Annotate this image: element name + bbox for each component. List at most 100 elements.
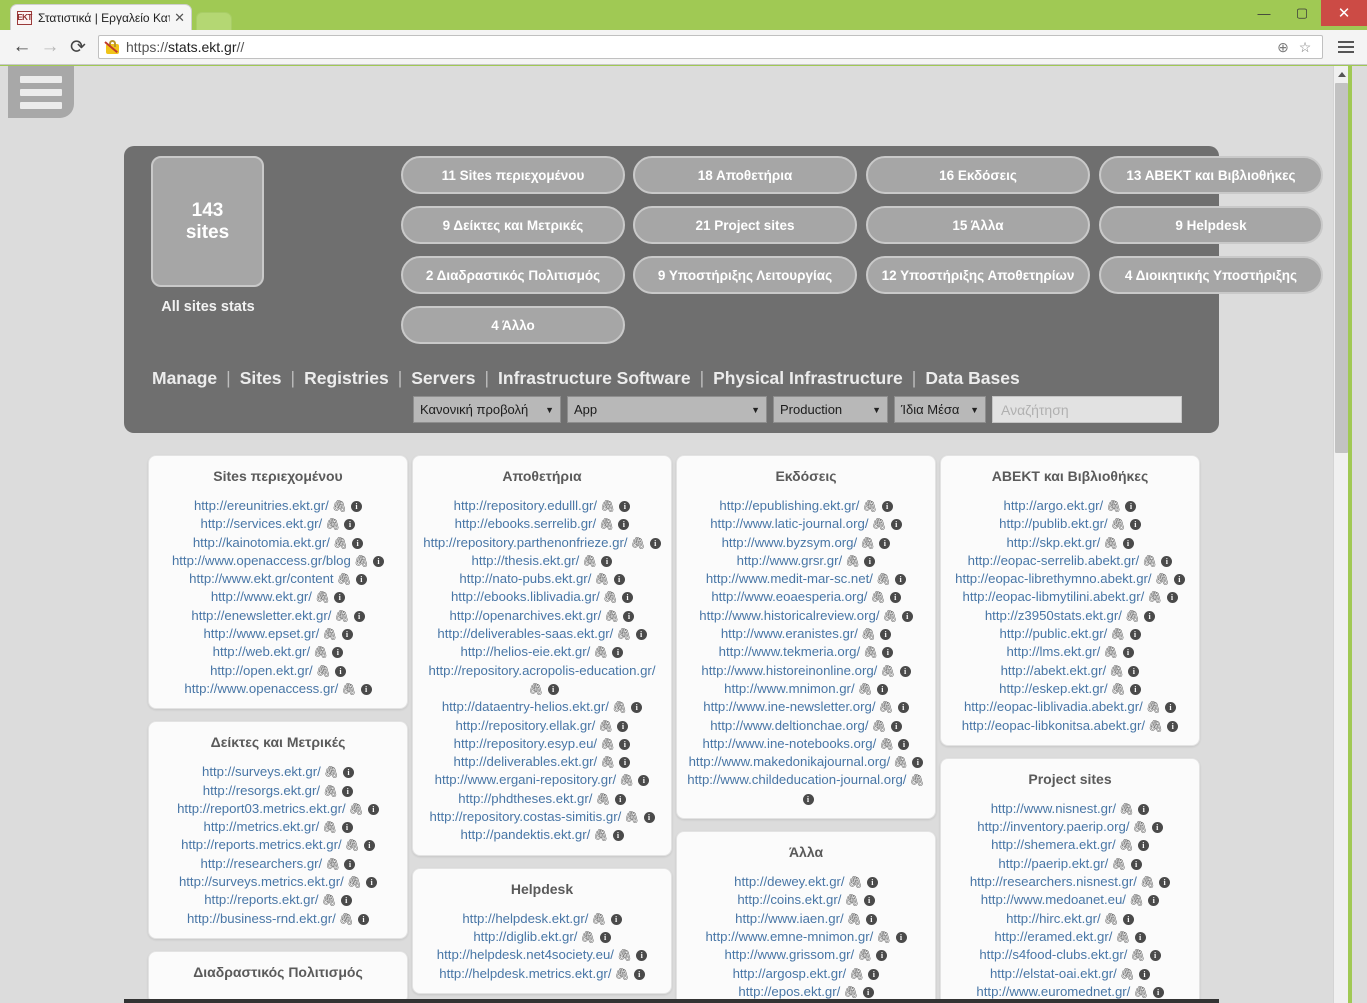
info-icon[interactable]: i (619, 501, 631, 512)
site-link[interactable]: http://elstat-oai.ekt.gr/ (990, 966, 1117, 981)
info-icon[interactable]: i (631, 702, 643, 714)
all-sites-count-button[interactable]: 143 sites (151, 156, 264, 287)
paperclip-icon[interactable]: 🖇 (862, 497, 877, 515)
nav-sites[interactable]: Sites (240, 368, 282, 389)
site-link[interactable]: http://web.ekt.gr/ (213, 644, 311, 659)
info-icon[interactable]: i (1152, 986, 1164, 998)
info-icon[interactable]: i (1129, 683, 1141, 695)
paperclip-icon[interactable]: 🖇 (1155, 570, 1170, 588)
info-icon[interactable]: i (1125, 501, 1137, 512)
paperclip-icon[interactable]: 🖇 (315, 588, 330, 606)
paperclip-icon[interactable]: 🖇 (322, 625, 337, 643)
paperclip-icon[interactable]: 🖇 (1110, 625, 1125, 643)
info-icon[interactable]: i (876, 683, 888, 695)
category-button-sites-periexomenou[interactable]: 11 Sites περιεχομένου (401, 156, 625, 194)
site-link[interactable]: http://deliverables-saas.ekt.gr/ (437, 626, 613, 641)
site-link[interactable]: http://hirc.ekt.gr/ (1006, 911, 1101, 926)
paperclip-icon[interactable]: 🖇 (345, 836, 360, 854)
site-link[interactable]: http://repository.parthenonfrieze.gr/ (423, 535, 627, 550)
site-link[interactable]: http://www.iaen.gr/ (735, 911, 843, 926)
site-link[interactable]: http://phdtheses.ekt.gr/ (458, 791, 592, 806)
site-link[interactable]: http://eskep.ekt.gr/ (999, 681, 1108, 696)
paperclip-icon[interactable]: 🖇 (863, 643, 878, 661)
paperclip-icon[interactable]: 🖇 (582, 552, 597, 570)
info-icon[interactable]: i (363, 840, 375, 852)
paperclip-icon[interactable]: 🖇 (1146, 698, 1161, 716)
paperclip-icon[interactable]: 🖇 (849, 965, 864, 983)
paperclip-icon[interactable]: 🖇 (600, 497, 615, 515)
paperclip-icon[interactable]: 🖇 (528, 680, 543, 698)
site-link[interactable]: http://pandektis.ekt.gr/ (461, 827, 591, 842)
info-icon[interactable]: i (636, 950, 648, 962)
paperclip-icon[interactable]: 🖇 (848, 873, 863, 891)
paperclip-icon[interactable]: 🖇 (909, 771, 924, 789)
paperclip-icon[interactable]: 🖇 (322, 818, 337, 836)
info-icon[interactable]: i (618, 519, 630, 531)
info-icon[interactable]: i (864, 555, 876, 567)
paperclip-icon[interactable]: 🖇 (332, 497, 347, 515)
category-button-ekdoseis[interactable]: 16 Εκδόσεις (866, 156, 1090, 194)
back-button[interactable]: ← (8, 33, 36, 61)
paperclip-icon[interactable]: 🖇 (845, 552, 860, 570)
site-link[interactable]: http://www.deltionchae.org/ (710, 718, 868, 733)
site-link[interactable]: http://www.openaccess.gr/blog (172, 553, 351, 568)
info-icon[interactable]: i (889, 592, 901, 604)
site-link[interactable]: http://repository.acropolis-education.gr… (429, 663, 656, 678)
site-link[interactable]: http://eopac-liblivadia.abekt.gr/ (964, 699, 1143, 714)
paperclip-icon[interactable]: 🖇 (1133, 818, 1148, 836)
site-link[interactable]: http://z3950stats.ekt.gr/ (985, 608, 1122, 623)
paperclip-icon[interactable]: 🖇 (349, 800, 364, 818)
site-link[interactable]: http://ebooks.serrelib.gr/ (455, 516, 596, 531)
site-link[interactable]: http://www.historeinonline.org/ (701, 663, 877, 678)
paperclip-icon[interactable]: 🖇 (1120, 965, 1135, 983)
app-select[interactable]: App ▼ (567, 396, 767, 423)
paperclip-icon[interactable]: 🖇 (619, 771, 634, 789)
site-link[interactable]: http://eramed.ekt.gr/ (994, 929, 1112, 944)
site-link[interactable]: http://helpdesk.net4society.eu/ (437, 947, 614, 962)
info-icon[interactable]: i (341, 629, 353, 641)
site-link[interactable]: http://publib.ekt.gr/ (999, 516, 1108, 531)
site-link[interactable]: http://www.grsr.gr/ (737, 553, 843, 568)
address-bar[interactable]: https://stats.ekt.gr// ⊕ ☆ (98, 35, 1323, 59)
zoom-icon[interactable]: ⊕ (1272, 39, 1294, 56)
paperclip-icon[interactable]: 🖇 (1130, 946, 1145, 964)
site-link[interactable]: http://kainotomia.ekt.gr/ (193, 535, 330, 550)
nav-servers[interactable]: Servers (411, 368, 475, 389)
info-icon[interactable]: i (623, 610, 635, 622)
info-icon[interactable]: i (619, 757, 631, 769)
paperclip-icon[interactable]: 🖇 (1111, 680, 1126, 698)
site-link[interactable]: http://resorgs.ekt.gr/ (203, 783, 320, 798)
info-icon[interactable]: i (547, 683, 559, 695)
site-link[interactable]: http://www.medoanet.eu/ (981, 892, 1126, 907)
info-icon[interactable]: i (1167, 720, 1179, 732)
info-icon[interactable]: i (373, 555, 385, 567)
paperclip-icon[interactable]: 🖇 (1140, 873, 1155, 891)
paperclip-icon[interactable]: 🖇 (600, 753, 615, 771)
site-link[interactable]: http://argo.ekt.gr/ (1004, 498, 1104, 513)
info-icon[interactable]: i (367, 803, 379, 815)
paperclip-icon[interactable]: 🖇 (604, 607, 619, 625)
site-link[interactable]: http://repository.esyp.eu/ (454, 736, 597, 751)
info-icon[interactable]: i (868, 968, 880, 980)
site-link[interactable]: http://www.ergani-repository.gr/ (435, 772, 617, 787)
site-link[interactable]: http://helios-eie.ekt.gr/ (461, 644, 591, 659)
info-icon[interactable]: i (881, 501, 893, 512)
bookmark-star-icon[interactable]: ☆ (1294, 39, 1316, 56)
site-link[interactable]: http://diglib.ekt.gr/ (473, 929, 577, 944)
paperclip-icon[interactable]: 🖇 (879, 735, 894, 753)
paperclip-icon[interactable]: 🖇 (354, 552, 369, 570)
nav-registries[interactable]: Registries (304, 368, 389, 389)
info-icon[interactable]: i (912, 757, 924, 769)
insecure-lock-icon[interactable] (104, 40, 120, 54)
paperclip-icon[interactable]: 🖇 (595, 790, 610, 808)
site-link[interactable]: http://abekt.ekt.gr/ (1001, 663, 1107, 678)
category-button-allo[interactable]: 4 Άλλο (401, 306, 625, 344)
info-icon[interactable]: i (879, 537, 891, 549)
info-icon[interactable]: i (890, 519, 902, 531)
info-icon[interactable]: i (599, 931, 611, 943)
search-input[interactable]: Αναζήτηση (992, 396, 1182, 423)
site-link[interactable]: http://www.grissom.gr/ (725, 947, 855, 962)
info-icon[interactable]: i (1149, 950, 1161, 962)
info-icon[interactable]: i (353, 610, 365, 622)
paperclip-icon[interactable]: 🖇 (1119, 836, 1134, 854)
